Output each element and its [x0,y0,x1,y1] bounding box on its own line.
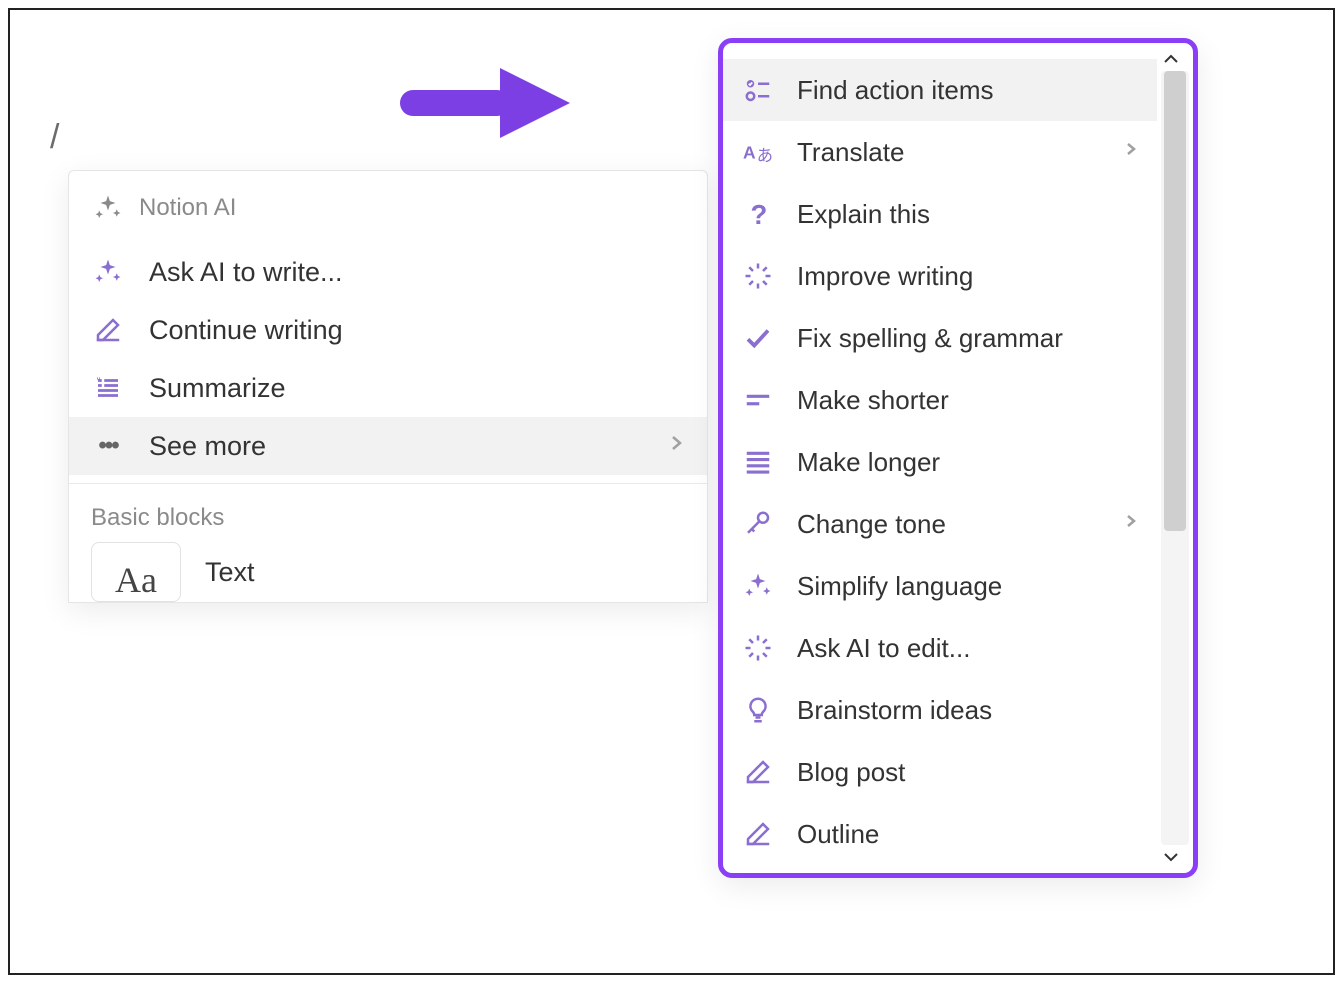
menu-item-label: Summarize [149,373,286,404]
submenu-item-label: Improve writing [797,261,973,292]
submenu-item-label: Blog post [797,757,905,788]
dots-icon: ••• [91,429,125,463]
submenu-item-social-media[interactable]: Social media post [723,865,1157,873]
basic-blocks-label: Basic blocks [69,484,707,542]
submenu-item-blog-post[interactable]: Blog post [723,741,1157,803]
submenu-item-make-longer[interactable]: Make longer [723,431,1157,493]
submenu-item-label: Make longer [797,447,940,478]
menu-item-label: See more [149,431,266,462]
chevron-right-icon [1125,510,1139,538]
pencil-line-icon [741,817,775,851]
chevron-right-icon [669,431,685,462]
block-item-label: Text [205,557,255,588]
ai-submenu-list: Find action items Aあ Translate ? Explain… [723,59,1157,873]
magic-wand-icon [741,259,775,293]
submenu-item-find-action-items[interactable]: Find action items [723,59,1157,121]
submenu-item-fix-spelling[interactable]: Fix spelling & grammar [723,307,1157,369]
menu-item-see-more[interactable]: ••• See more [69,417,707,475]
question-icon: ? [741,197,775,231]
submenu-item-brainstorm[interactable]: Brainstorm ideas [723,679,1157,741]
menu-item-ask-ai-write[interactable]: Ask AI to write... [69,243,707,301]
shorter-icon [741,383,775,417]
submenu-item-translate[interactable]: Aあ Translate [723,121,1157,183]
slash-trigger-text: / [50,118,59,157]
submenu-item-label: Explain this [797,199,930,230]
menu-item-continue-writing[interactable]: Continue writing [69,301,707,359]
chevron-right-icon [1125,138,1139,166]
pencil-line-icon [741,755,775,789]
scroll-up-button[interactable] [1161,49,1181,69]
sparkle-icon [91,191,125,225]
scrollbar-thumb[interactable] [1164,71,1186,531]
svg-text:?: ? [751,199,768,229]
slash-command-menu: Notion AI Ask AI to write... Continue wr… [68,170,708,603]
check-icon [741,321,775,355]
submenu-item-label: Translate [797,137,904,168]
longer-icon [741,445,775,479]
menu-item-summarize[interactable]: " Summarize [69,359,707,417]
text-block-thumb: Aa [91,542,181,602]
action-items-icon [741,73,775,107]
summarize-icon: " [91,371,125,405]
submenu-item-label: Make shorter [797,385,949,416]
submenu-item-change-tone[interactable]: Change tone [723,493,1157,555]
pencil-line-icon [91,313,125,347]
submenu-item-label: Outline [797,819,879,850]
svg-text:A: A [743,142,756,162]
block-item-text[interactable]: Aa Text [69,542,707,602]
submenu-item-label: Find action items [797,75,994,106]
submenu-item-label: Ask AI to edit... [797,633,970,664]
bulb-icon [741,693,775,727]
submenu-item-label: Fix spelling & grammar [797,323,1063,354]
svg-text:": " [97,376,101,387]
ai-submenu: Find action items Aあ Translate ? Explain… [718,38,1198,878]
submenu-item-simplify[interactable]: Simplify language [723,555,1157,617]
submenu-item-improve-writing[interactable]: Improve writing [723,245,1157,307]
arrow-callout-icon [400,68,570,138]
sparkle-icon [741,569,775,603]
magic-wand-icon [741,631,775,665]
submenu-item-ask-ai-edit[interactable]: Ask AI to edit... [723,617,1157,679]
scroll-down-button[interactable] [1161,847,1181,867]
svg-text:あ: あ [757,147,773,165]
submenu-item-label: Brainstorm ideas [797,695,992,726]
submenu-item-outline[interactable]: Outline [723,803,1157,865]
submenu-item-label: Simplify language [797,571,1002,602]
submenu-item-label: Change tone [797,509,946,540]
menu-item-label: Continue writing [149,315,343,346]
mic-icon [741,507,775,541]
scrollbar-track[interactable] [1161,71,1189,845]
menu-item-label: Ask AI to write... [149,257,343,288]
submenu-item-make-shorter[interactable]: Make shorter [723,369,1157,431]
ai-section-label: Notion AI [139,194,236,222]
ai-section-header: Notion AI [69,171,707,243]
translate-icon: Aあ [741,135,775,169]
sparkle-icon [91,255,125,289]
submenu-item-explain-this[interactable]: ? Explain this [723,183,1157,245]
